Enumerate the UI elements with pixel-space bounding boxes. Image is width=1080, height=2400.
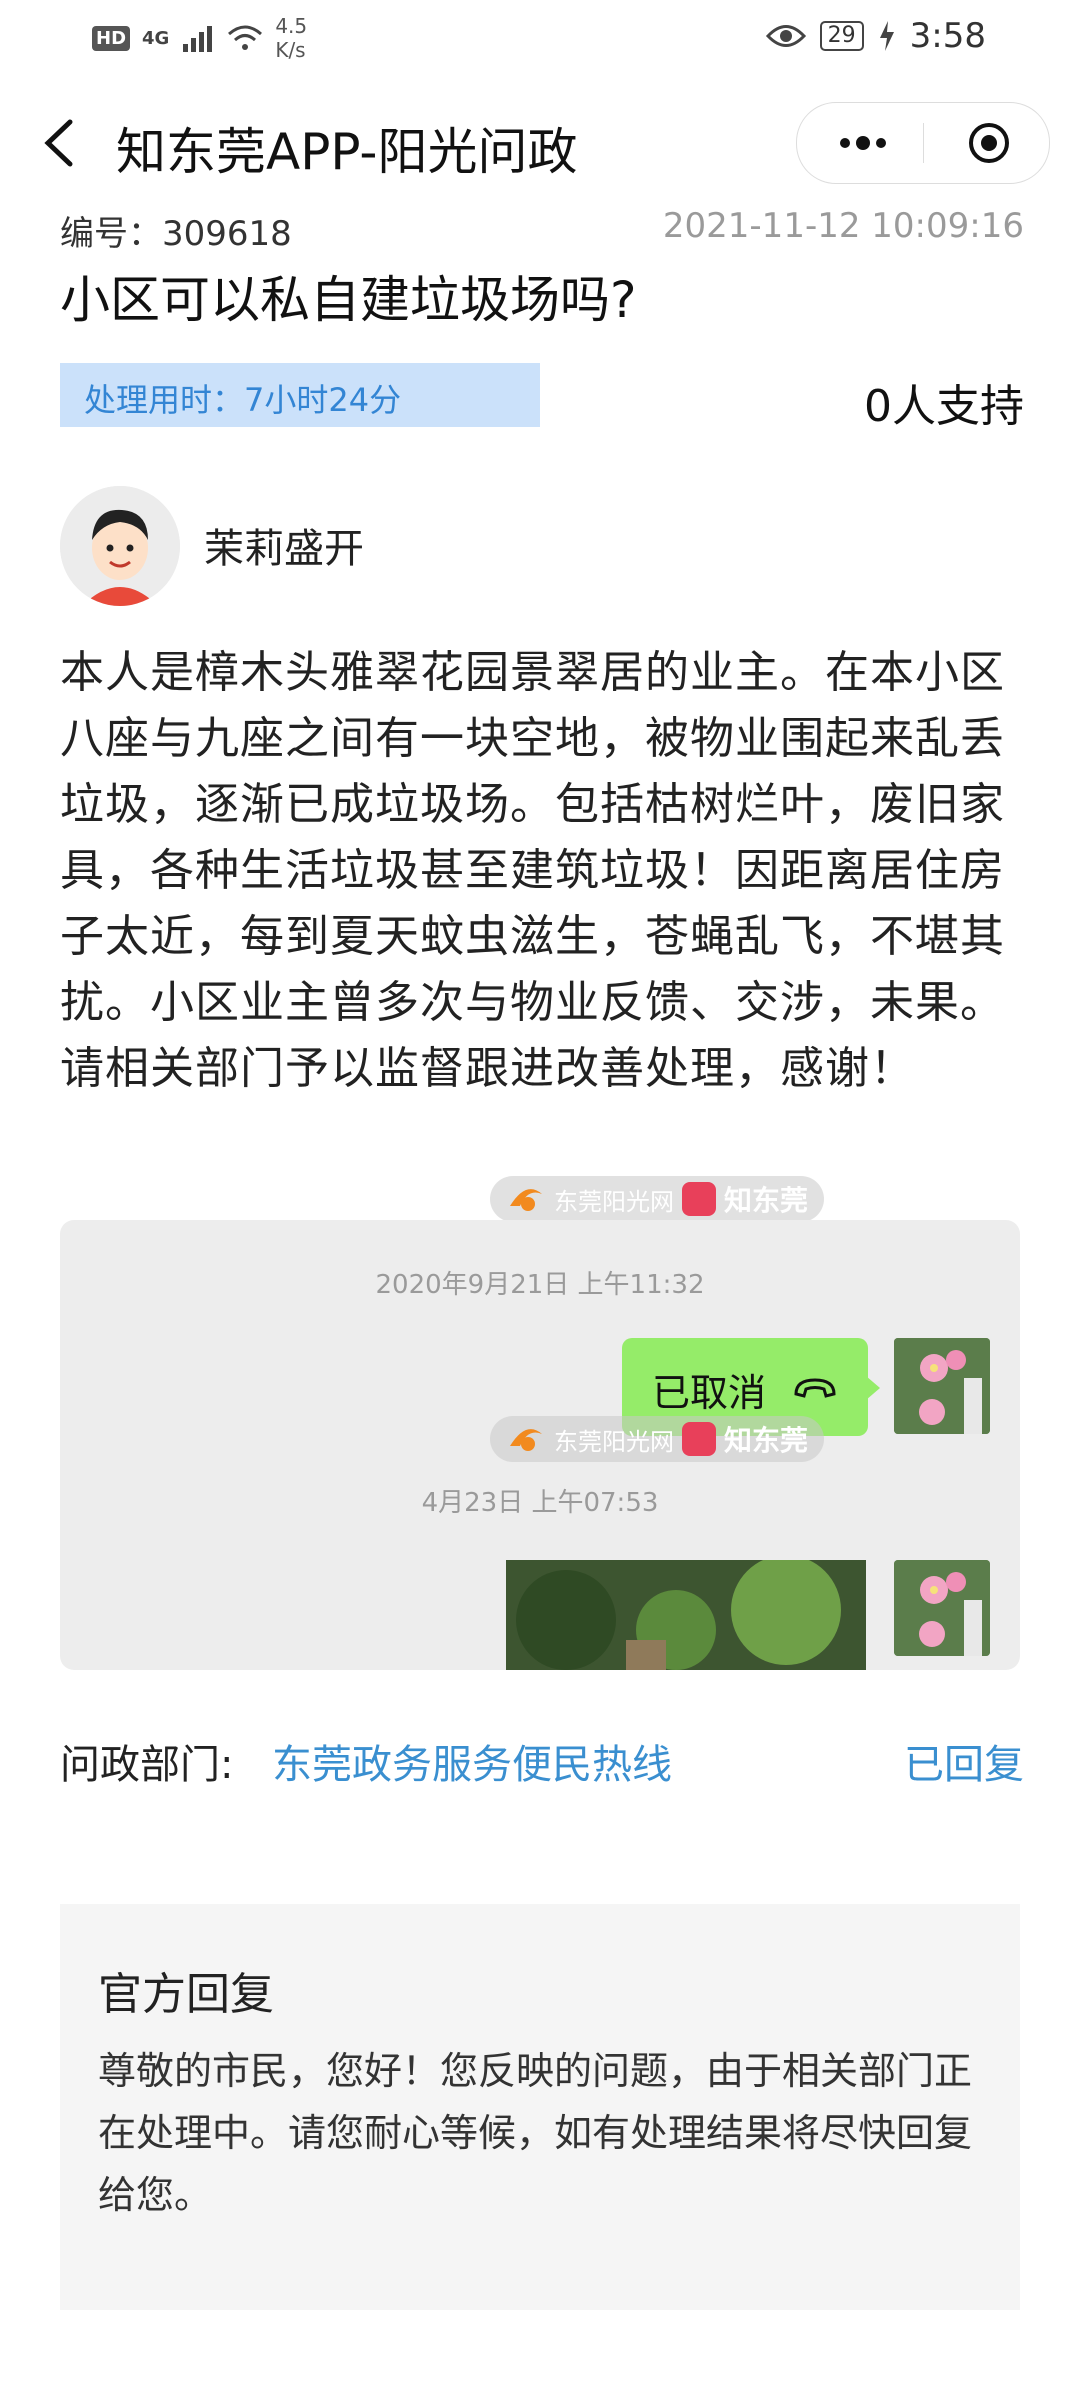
reply-status: 已回复 — [904, 1742, 1024, 1788]
record-circle-icon[interactable] — [967, 121, 1011, 165]
processing-time: 处理用时：7小时24分 — [84, 381, 402, 419]
battery-indicator: 29 — [819, 21, 864, 51]
clock: 3:58 — [909, 16, 986, 56]
eye-icon — [765, 25, 806, 47]
dept-label: 问政部门: — [60, 1742, 234, 1788]
back-arrow-icon[interactable] — [40, 118, 80, 168]
capsule-divider — [923, 123, 924, 163]
author-name: 茉莉盛开 — [204, 526, 364, 572]
reply-text: 尊敬的市民，您好！您反映的问题，由于相关部门正在处理中。请您耐心等候，如有处理结… — [98, 2049, 973, 2217]
call-cancelled-icon — [794, 1378, 836, 1398]
signal-icon — [183, 26, 213, 52]
cartoon-avatar-icon — [60, 486, 180, 606]
post-title: 小区可以私自建垃圾场吗? — [60, 271, 637, 329]
watermark-site: 东莞阳光网 — [554, 1427, 674, 1456]
net-speed: 4.5 K/s — [275, 14, 307, 62]
post-number: 编号：309618 — [60, 214, 292, 254]
chat-avatar — [894, 1338, 990, 1434]
dept-link[interactable]: 东莞政务服务便民热线 — [272, 1732, 672, 1790]
nav-bar: 知东莞APP-阳光问政 — [0, 90, 1080, 200]
garden-photo-icon — [506, 1560, 866, 1670]
net-speed-value: 4.5 — [275, 14, 308, 38]
official-reply-card: 官方回复 尊敬的市民，您好！您反映的问题，由于相关部门正在处理中。请您耐心等候，… — [60, 1904, 1020, 2310]
chat-timestamp: 4月23日 上午07:53 — [421, 1488, 659, 1518]
support-count[interactable]: 0人支持 — [864, 370, 1024, 434]
sun-logo-icon — [510, 1189, 542, 1211]
network-type: 4G — [142, 27, 170, 49]
nav-title: 知东莞APP-阳光问政 — [116, 123, 578, 181]
flower-photo-icon — [894, 1338, 990, 1434]
app-logo-icon — [682, 1182, 716, 1216]
charging-icon — [879, 21, 894, 51]
status-bar: HD 4G 4.5 K/s 29 3:58 — [0, 0, 1080, 80]
watermark-app: 知东莞 — [724, 1424, 809, 1457]
hd-badge: HD — [92, 25, 131, 51]
status-left: HD 4G 4.5 K/s — [92, 14, 307, 62]
bubble-tail — [866, 1376, 880, 1400]
watermark-app: 知东莞 — [724, 1184, 809, 1217]
sun-logo-icon — [510, 1429, 542, 1451]
more-dots-icon[interactable] — [833, 127, 893, 159]
net-speed-unit: K/s — [275, 38, 306, 62]
status-right: 29 3:58 — [765, 16, 986, 56]
chat-photo — [506, 1560, 866, 1670]
flower-photo-icon — [894, 1560, 990, 1656]
watermark: 东莞阳光网 知东莞 — [490, 1416, 825, 1462]
chat-bubble-text: 已取消 — [652, 1371, 767, 1415]
chat-avatar — [894, 1560, 990, 1656]
reply-title: 官方回复 — [98, 1969, 274, 2020]
chat-timestamp: 2020年9月21日 上午11:32 — [375, 1270, 705, 1300]
post-date: 2021-11-12 10:09:16 — [662, 206, 1024, 246]
processing-time-box: 处理用时：7小时24分 — [60, 363, 540, 427]
watermark: 东莞阳光网 知东莞 — [490, 1176, 825, 1222]
post-content: 本人是樟木头雅翠花园景翠居的业主。在本小区八座与九座之间有一块空地，被物业围起来… — [60, 647, 1005, 1094]
watermark-site: 东莞阳光网 — [554, 1187, 674, 1216]
mini-program-capsule — [796, 102, 1050, 184]
app-logo-icon — [682, 1422, 716, 1456]
wifi-icon — [228, 25, 263, 50]
avatar — [60, 486, 180, 606]
